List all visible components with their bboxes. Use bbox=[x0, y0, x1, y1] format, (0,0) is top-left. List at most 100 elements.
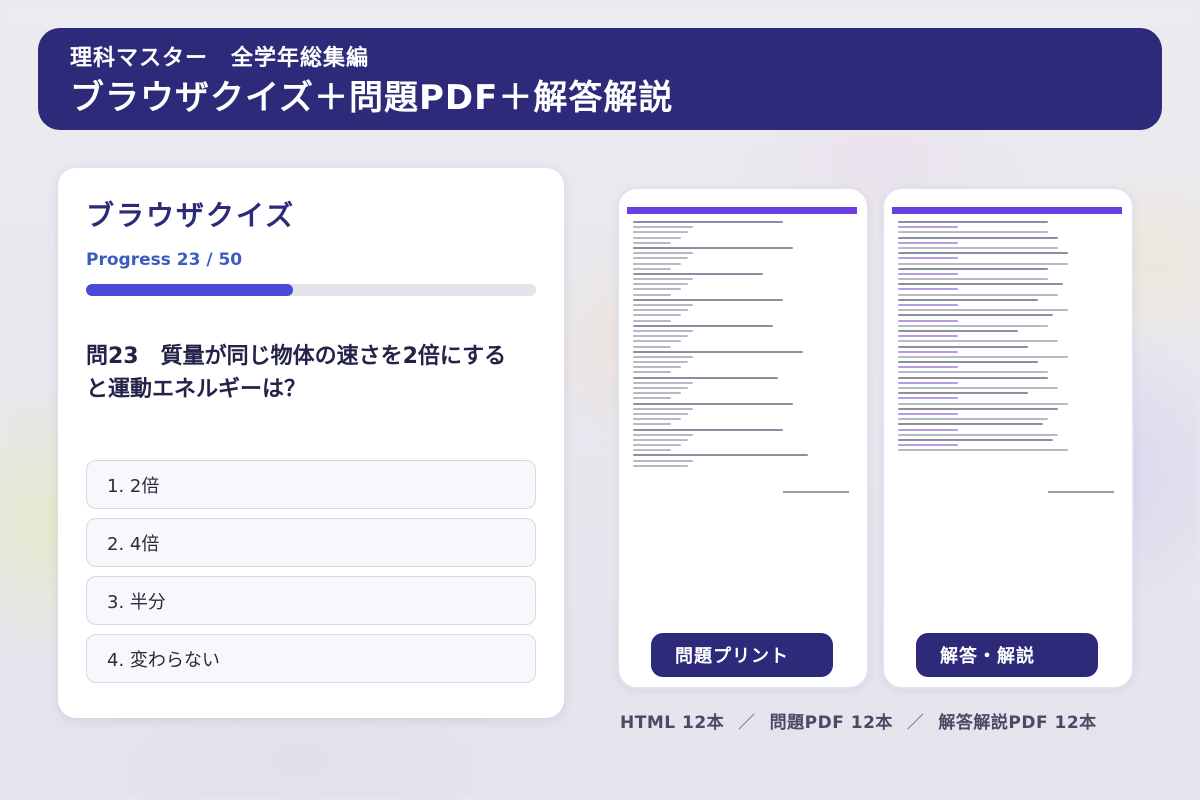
doc-text-line bbox=[633, 335, 688, 338]
doc-text-line bbox=[633, 438, 688, 441]
doc-text-line bbox=[633, 241, 671, 244]
doc-text-line bbox=[633, 314, 681, 317]
doc-text-line bbox=[898, 376, 1048, 379]
doc-text-line bbox=[898, 262, 1068, 265]
doc-text-line bbox=[898, 397, 958, 400]
doc-text-line bbox=[633, 449, 671, 452]
doc-text-line bbox=[898, 444, 958, 447]
doc-header-bar bbox=[892, 207, 1122, 214]
doc-text-line bbox=[633, 428, 783, 431]
doc-text-line bbox=[898, 324, 1048, 327]
doc-text-line bbox=[633, 319, 671, 322]
problem-pdf-preview[interactable]: 問題プリント bbox=[617, 187, 869, 689]
doc-text-line bbox=[633, 350, 803, 353]
doc-text-line bbox=[633, 288, 681, 291]
doc-text-line bbox=[633, 412, 688, 415]
doc-text-line bbox=[633, 236, 681, 239]
doc-text-line bbox=[898, 418, 1048, 421]
doc-text-line bbox=[898, 329, 1018, 332]
answer-pdf-count: 解答解説PDF 12本 bbox=[938, 713, 1097, 733]
doc-text-line bbox=[633, 340, 681, 343]
question-text: 問23 質量が同じ物体の速さを2倍にすると運動エネルギーは？ bbox=[86, 344, 507, 402]
doc-text-line bbox=[633, 376, 778, 379]
doc-text-line bbox=[633, 283, 688, 286]
doc-text-line bbox=[898, 402, 1068, 405]
doc-text-line bbox=[898, 438, 1053, 441]
progress-fill bbox=[86, 284, 293, 296]
doc-text-line bbox=[898, 345, 1028, 348]
doc-text-line bbox=[633, 464, 688, 467]
doc-text-line bbox=[633, 293, 671, 296]
doc-text-line bbox=[633, 246, 793, 249]
doc-text-line bbox=[633, 221, 783, 223]
doc-text-line bbox=[633, 371, 671, 374]
doc-text-lines bbox=[898, 221, 1124, 454]
doc-text-line bbox=[898, 371, 1048, 374]
doc-text-line bbox=[898, 246, 1058, 249]
doc-text-line bbox=[633, 423, 671, 426]
doc-text-line bbox=[898, 241, 958, 244]
doc-text-line bbox=[898, 236, 1058, 239]
doc-text-line bbox=[898, 252, 1068, 255]
doc-text-lines bbox=[633, 221, 859, 470]
doc-text-line bbox=[898, 304, 958, 306]
problem-print-button[interactable]: 問題プリント bbox=[651, 633, 833, 677]
doc-text-line bbox=[633, 278, 693, 281]
doc-text-line bbox=[898, 355, 1068, 358]
doc-text-line bbox=[898, 309, 1068, 312]
doc-text-line bbox=[633, 444, 681, 447]
doc-text-line bbox=[898, 361, 1038, 364]
doc-text-line bbox=[898, 381, 958, 384]
doc-text-line bbox=[898, 407, 1058, 410]
doc-footer-line bbox=[783, 491, 849, 493]
doc-text-line bbox=[633, 298, 783, 301]
content-summary: HTML 12本 ／ 問題PDF 12本 ／ 解答解説PDF 12本 bbox=[620, 708, 1130, 733]
doc-text-line bbox=[633, 304, 693, 306]
answer-option-1[interactable]: 1. 2倍 bbox=[86, 460, 536, 509]
progress-bar bbox=[86, 284, 536, 296]
doc-text-line bbox=[633, 361, 688, 364]
doc-text-line bbox=[633, 366, 681, 369]
answer-option-2[interactable]: 2. 4倍 bbox=[86, 518, 536, 567]
separator: ／ bbox=[738, 713, 756, 733]
doc-text-line bbox=[633, 397, 671, 400]
doc-text-line bbox=[898, 423, 1043, 426]
doc-footer-line bbox=[1048, 491, 1114, 493]
doc-text-line bbox=[633, 418, 681, 421]
html-count: HTML 12本 bbox=[620, 713, 725, 733]
doc-text-line bbox=[898, 412, 958, 415]
doc-text-line bbox=[898, 283, 1063, 286]
doc-text-line bbox=[633, 257, 688, 260]
doc-text-line bbox=[898, 366, 958, 369]
doc-text-line bbox=[898, 257, 958, 260]
header-banner: 理科マスター 全学年総集編 ブラウザクイズ＋問題PDF＋解答解説 bbox=[38, 28, 1162, 130]
doc-text-line bbox=[633, 407, 693, 410]
progress-label: Progress 23 / 50 bbox=[86, 250, 243, 270]
doc-text-line bbox=[898, 350, 958, 353]
answer-option-4[interactable]: 4. 変わらない bbox=[86, 634, 536, 683]
doc-text-line bbox=[633, 433, 693, 436]
doc-text-line bbox=[898, 221, 1048, 223]
doc-text-line bbox=[898, 226, 958, 229]
doc-text-line bbox=[898, 293, 1058, 296]
doc-text-line bbox=[898, 428, 958, 431]
doc-text-line bbox=[633, 345, 671, 348]
doc-text-line bbox=[633, 324, 773, 327]
doc-text-line bbox=[633, 459, 693, 462]
doc-text-line bbox=[633, 267, 671, 270]
doc-text-line bbox=[898, 278, 1048, 281]
doc-text-line bbox=[898, 231, 1048, 234]
quiz-card: ブラウザクイズ Progress 23 / 50 問23 質量が同じ物体の速さを… bbox=[58, 168, 564, 718]
doc-text-line bbox=[898, 298, 1038, 301]
doc-text-line bbox=[633, 309, 688, 312]
answer-pdf-preview[interactable]: 解答・解説 bbox=[882, 187, 1134, 689]
doc-text-line bbox=[633, 272, 763, 275]
doc-text-line bbox=[898, 319, 958, 322]
doc-text-line bbox=[633, 381, 693, 384]
doc-text-line bbox=[898, 449, 1068, 452]
doc-text-line bbox=[633, 355, 693, 358]
doc-text-line bbox=[898, 272, 958, 275]
doc-text-line bbox=[633, 387, 688, 389]
answer-option-3[interactable]: 3. 半分 bbox=[86, 576, 536, 625]
answer-explanation-button[interactable]: 解答・解説 bbox=[916, 633, 1098, 677]
